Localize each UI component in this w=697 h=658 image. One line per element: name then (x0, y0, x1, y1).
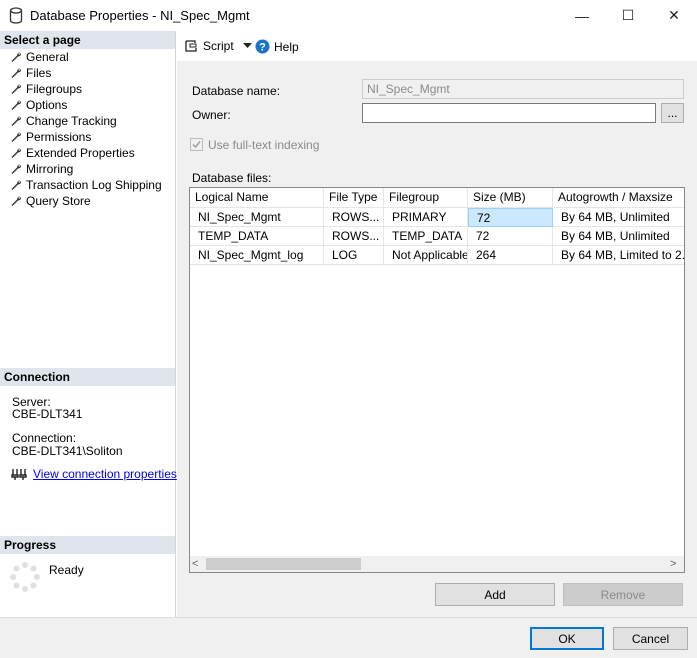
progress-header: Progress (0, 536, 175, 554)
fulltext-label: Use full-text indexing (208, 138, 320, 152)
column-header-size[interactable]: Size (MB) (468, 188, 553, 208)
wrench-icon (11, 100, 22, 110)
table-cell[interactable]: 264 (468, 246, 553, 265)
nav-permissions-label: Permissions (26, 130, 92, 144)
wrench-icon (11, 68, 22, 78)
help-button[interactable]: ? Help (255, 39, 299, 54)
table-cell[interactable]: By 64 MB, Limited to 2... (553, 246, 684, 265)
nav-extended-properties-label: Extended Properties (26, 146, 135, 160)
maximize-button[interactable]: ☐ (605, 0, 651, 31)
nav-filegroups[interactable]: Filegroups (10, 81, 82, 97)
scrollbar-thumb[interactable] (206, 558, 361, 570)
nav-general[interactable]: General (10, 49, 69, 65)
nav-options[interactable]: Options (10, 97, 67, 113)
table-cell[interactable]: LOG (324, 246, 384, 265)
script-label: Script (203, 39, 234, 53)
server-value: CBE-DLT341 (12, 407, 83, 421)
nav-transaction-log-shipping-label: Transaction Log Shipping (26, 178, 162, 192)
database-files-grid[interactable]: Logical Name File Type Filegroup Size (M… (189, 187, 685, 573)
nav-mirroring-label: Mirroring (26, 162, 74, 176)
table-cell[interactable]: By 64 MB, Unlimited (553, 227, 684, 246)
column-header-autogrowth[interactable]: Autogrowth / Maxsize (553, 188, 684, 208)
wrench-icon (11, 196, 22, 206)
size-cell-selected[interactable]: 72 (468, 208, 553, 227)
nav-query-store-label: Query Store (26, 194, 91, 208)
table-cell[interactable]: By 64 MB, Unlimited (553, 208, 684, 227)
nav-mirroring[interactable]: Mirroring (10, 161, 73, 177)
dropdown-arrow-icon[interactable] (242, 43, 252, 49)
close-button[interactable]: ✕ (651, 0, 697, 31)
nav-query-store[interactable]: Query Store (10, 193, 91, 209)
help-label: Help (274, 39, 299, 54)
database-name-label: Database name: (192, 84, 281, 98)
database-name-field: NI_Spec_Mgmt (362, 79, 684, 99)
wrench-icon (11, 164, 22, 174)
nav-extended-properties[interactable]: Extended Properties (10, 145, 135, 161)
help-icon: ? (255, 39, 270, 54)
nav-filegroups-label: Filegroups (26, 82, 83, 96)
remove-button[interactable]: Remove (563, 583, 683, 606)
nav-change-tracking[interactable]: Change Tracking (10, 113, 117, 129)
owner-browse-button[interactable]: ... (661, 103, 684, 123)
owner-field[interactable] (362, 103, 656, 123)
wrench-icon (11, 52, 22, 62)
progress-status: Ready (49, 563, 84, 577)
nav-transaction-log-shipping[interactable]: Transaction Log Shipping (10, 177, 162, 193)
nav-permissions[interactable]: Permissions (10, 129, 91, 145)
connection-label: Connection: (12, 431, 77, 445)
database-icon (9, 7, 23, 24)
scroll-left-arrow-icon[interactable]: < (192, 557, 206, 571)
table-cell[interactable]: Not Applicable (384, 246, 468, 265)
table-cell[interactable]: TEMP_DATA (190, 227, 324, 246)
table-cell[interactable]: ROWS... (324, 227, 384, 246)
column-header-logical-name[interactable]: Logical Name (190, 188, 324, 208)
wrench-icon (11, 116, 22, 126)
connection-header: Connection (0, 368, 175, 386)
cancel-button[interactable]: Cancel (613, 627, 688, 650)
database-files-label: Database files: (192, 171, 272, 185)
owner-label: Owner: (192, 108, 231, 122)
nav-change-tracking-label: Change Tracking (26, 114, 117, 128)
add-button[interactable]: Add (435, 583, 555, 606)
scroll-right-arrow-icon[interactable]: > (670, 557, 684, 571)
wrench-icon (11, 84, 22, 94)
nav-general-label: General (26, 50, 69, 64)
ok-button[interactable]: OK (530, 627, 604, 650)
progress-spinner-icon (10, 562, 40, 592)
minimize-button[interactable]: — (559, 0, 605, 31)
script-button[interactable]: Script (184, 39, 252, 53)
connection-properties-icon (11, 469, 27, 480)
select-page-header: Select a page (0, 31, 175, 49)
nav-files-label: Files (26, 66, 52, 80)
wrench-icon (11, 148, 22, 158)
wrench-icon (11, 180, 22, 190)
table-cell[interactable]: ROWS... (324, 208, 384, 227)
fulltext-checkbox[interactable] (190, 138, 203, 151)
window-title: Database Properties - NI_Spec_Mgmt (30, 8, 250, 23)
nav-options-label: Options (26, 98, 68, 112)
table-cell[interactable]: 72 (468, 227, 553, 246)
column-header-filegroup[interactable]: Filegroup (384, 188, 468, 208)
view-connection-properties-link[interactable]: View connection properties (33, 467, 177, 481)
connection-value: CBE-DLT341\Soliton (12, 444, 123, 458)
table-cell[interactable]: PRIMARY (384, 208, 468, 227)
table-cell[interactable]: TEMP_DATA (384, 227, 468, 246)
table-cell[interactable]: NI_Spec_Mgmt_log (190, 246, 324, 265)
wrench-icon (11, 132, 22, 142)
column-header-file-type[interactable]: File Type (324, 188, 384, 208)
nav-files[interactable]: Files (10, 65, 51, 81)
svg-text:?: ? (259, 42, 266, 54)
table-cell[interactable]: NI_Spec_Mgmt (190, 208, 324, 227)
script-icon (185, 40, 197, 52)
